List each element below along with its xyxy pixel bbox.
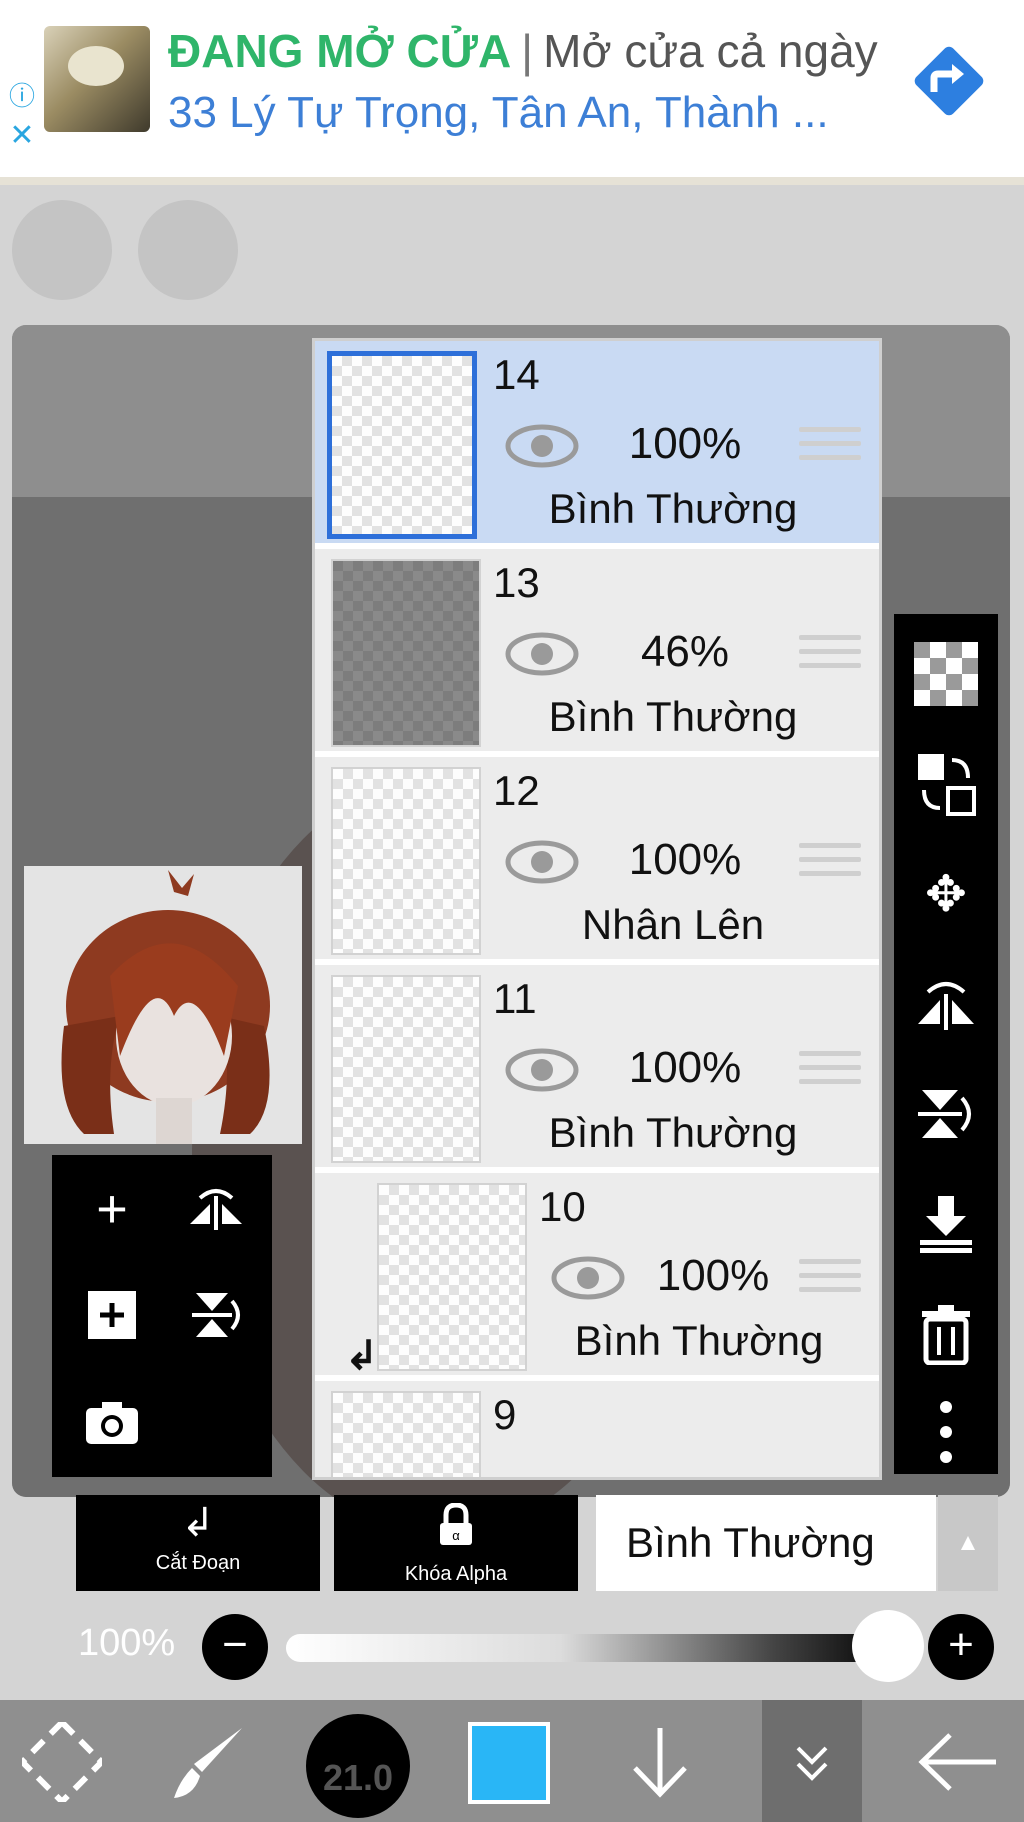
character-preview-icon [24,866,302,1144]
trash-icon[interactable] [908,1296,984,1372]
clipping-arrow-icon: ↲ [345,1334,379,1378]
info-icon[interactable]: ⓘ [4,78,40,114]
layer-opacity: 100% [628,835,742,884]
clipping-button[interactable]: ↲ Cắt Đoạn [76,1495,320,1591]
ad-separator: | [521,25,534,77]
layer-number: 11 [493,975,537,1022]
flip-horizontal-icon[interactable] [908,966,984,1042]
layer-opacity: 100% [656,1251,770,1300]
redo-circle-button[interactable] [138,200,238,300]
download-icon[interactable] [614,1716,706,1808]
left-toolbar: + [52,1155,272,1477]
right-toolbar: ✥ [894,614,998,1474]
alpha-lock-label: Khóa Alpha [404,1563,508,1585]
layer-opacity: 46% [640,627,730,676]
more-icon[interactable] [908,1394,984,1470]
directions-icon[interactable] [904,36,994,126]
layer-swap-icon[interactable] [908,746,984,822]
drag-handle-icon[interactable] [799,843,861,883]
reference-thumbnail[interactable] [24,866,302,1144]
layer-number: 9 [493,1391,517,1438]
layer-thumbnail[interactable] [327,351,477,539]
clipping-arrow-icon: ↲ [181,1501,215,1545]
clipping-label: Cắt Đoạn [155,1552,241,1574]
ad-banner[interactable]: ⓘ ✕ ĐANG MỞ CỬA | Mở cửa cả ngày 33 Lý Tự … [0,0,1024,185]
drag-handle-icon[interactable] [799,427,861,467]
eye-icon[interactable] [551,1255,625,1301]
eye-icon[interactable] [505,839,579,885]
layer-thumbnail[interactable] [331,1391,481,1477]
layer-row[interactable]: 14 100% Bình Thường [315,341,879,546]
layer-number: 12 [493,767,540,814]
chevron-up-icon[interactable]: ▲ [938,1495,998,1591]
layers-panel[interactable]: 14 100% Bình Thường 13 46% Bình Thường 1… [312,338,882,1480]
opacity-label: 100% [78,1622,176,1664]
opacity-increase-button[interactable]: + [928,1614,994,1680]
eye-icon[interactable] [505,423,579,469]
layers-toggle-button[interactable] [762,1700,862,1822]
close-icon[interactable]: ✕ [4,118,40,154]
opacity-slider-handle[interactable] [852,1610,924,1682]
transparency-icon[interactable] [908,636,984,712]
layer-blend-mode: Bình Thường [548,485,798,532]
layer-row[interactable]: ↲ 10 100% Bình Thường [315,1173,879,1378]
move-icon[interactable]: ✥ [908,856,984,932]
flip-vertical-icon[interactable] [908,1076,984,1152]
flip-horizontal-icon[interactable] [176,1169,256,1249]
brush-size-button[interactable]: 21.0 [306,1714,410,1818]
drag-handle-icon[interactable] [799,1051,861,1091]
layer-row[interactable]: 13 46% Bình Thường [315,549,879,754]
layer-thumbnail[interactable] [331,975,481,1163]
layer-row[interactable]: 9 [315,1381,879,1477]
layer-row[interactable]: 12 100% Nhân Lên [315,757,879,962]
back-icon[interactable] [912,1716,1004,1808]
layers-collapse-icon [796,1746,828,1781]
layer-blend-mode: Nhân Lên [581,901,765,948]
layer-blend-mode: Bình Thường [548,693,798,740]
ad-status: ĐANG MỞ CỬA [168,25,512,77]
layer-number: 10 [539,1183,586,1230]
layer-row[interactable]: 11 100% Bình Thường [315,965,879,1170]
layer-thumbnail[interactable] [331,559,481,747]
layer-thumbnail[interactable] [377,1183,527,1371]
ad-image[interactable] [44,26,150,132]
blend-mode-select[interactable]: Bình Thường [596,1495,936,1591]
transform-icon[interactable] [16,1716,108,1808]
layer-blend-mode: Bình Thường [574,1317,824,1364]
layer-thumbnail[interactable] [331,767,481,955]
layer-number: 14 [493,351,540,398]
add-fill-layer-icon[interactable] [72,1275,152,1355]
add-layer-icon[interactable]: + [72,1169,152,1249]
lock-icon: α [334,1495,578,1562]
layer-opacity: 100% [628,1043,742,1092]
ad-hours: Mở cửa cả ngày [543,25,878,77]
ad-address[interactable]: 33 Lý Tự Trọng, Tân An, Thành ... [168,86,858,140]
svg-text:α: α [452,1528,460,1543]
layer-blend-mode: Bình Thường [548,1109,798,1156]
drag-handle-icon[interactable] [799,1259,861,1299]
opacity-decrease-button[interactable]: − [202,1614,268,1680]
ad-headline: ĐANG MỞ CỬA | Mở cửa cả ngày [168,24,878,78]
layer-opacity: 100% [628,419,742,468]
undo-circle-button[interactable] [12,200,112,300]
drag-handle-icon[interactable] [799,635,861,675]
camera-icon[interactable] [72,1383,152,1463]
bottom-toolbar: 21.0 [0,1700,1024,1822]
alpha-lock-button[interactable]: α Khóa Alpha [334,1495,578,1591]
flip-vertical-icon[interactable] [176,1275,256,1355]
brush-icon[interactable] [164,1716,256,1808]
eye-icon[interactable] [505,631,579,677]
merge-down-icon[interactable] [908,1186,984,1262]
color-swatch[interactable] [468,1722,550,1804]
layer-number: 13 [493,559,540,606]
eye-icon[interactable] [505,1047,579,1093]
opacity-slider[interactable] [286,1634,896,1662]
